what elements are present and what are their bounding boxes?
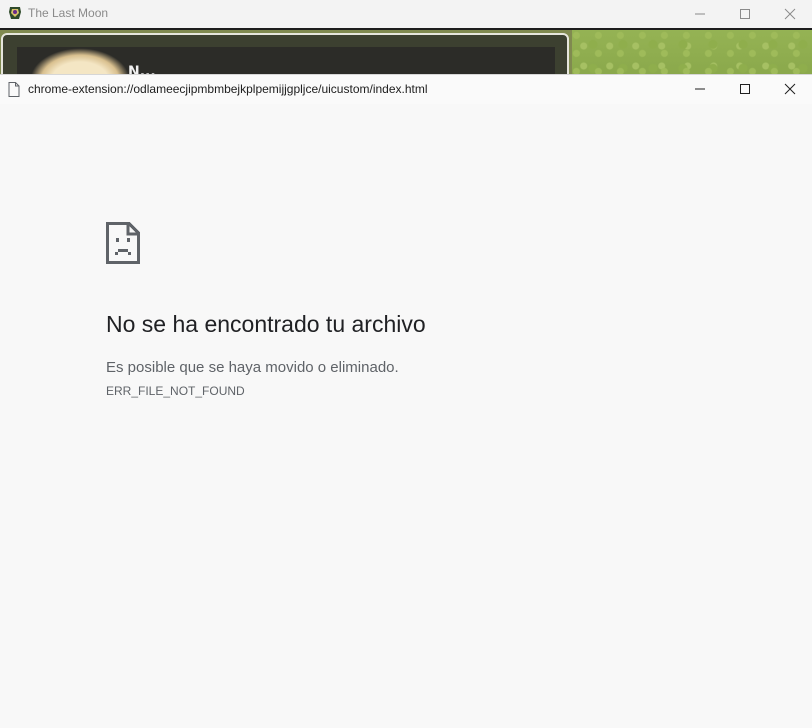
error-message: Es posible que se haya movido o eliminad… — [106, 359, 399, 376]
minimize-icon — [695, 88, 705, 90]
background-maximize-button[interactable] — [722, 0, 768, 28]
error-heading: No se ha encontrado tu archivo — [106, 311, 426, 337]
game-character-portrait — [30, 48, 130, 76]
close-icon — [784, 8, 796, 20]
sad-file-icon — [106, 222, 140, 264]
minimize-icon — [695, 13, 705, 15]
popup-close-button[interactable] — [767, 75, 812, 103]
maximize-icon — [740, 84, 750, 94]
maximize-icon — [740, 9, 750, 19]
background-window-titlebar: The Last Moon — [0, 0, 812, 30]
popup-minimize-button[interactable] — [677, 75, 723, 103]
background-minimize-button[interactable] — [677, 0, 723, 28]
game-app-icon — [9, 7, 21, 19]
background-close-button[interactable] — [767, 0, 812, 28]
close-icon — [784, 83, 796, 95]
background-window-title: The Last Moon — [28, 6, 109, 20]
game-grass-background — [572, 30, 812, 76]
document-icon — [8, 82, 20, 97]
popup-url: chrome-extension://odlameecjipmbmbejkplp… — [28, 82, 428, 96]
popup-maximize-button[interactable] — [722, 75, 768, 103]
game-viewport: N... — [0, 30, 812, 76]
popup-window: chrome-extension://odlameecjipmbmbejkplp… — [0, 74, 812, 728]
error-code: ERR_FILE_NOT_FOUND — [106, 384, 245, 398]
popup-titlebar: chrome-extension://odlameecjipmbmbejkplp… — [0, 75, 812, 104]
